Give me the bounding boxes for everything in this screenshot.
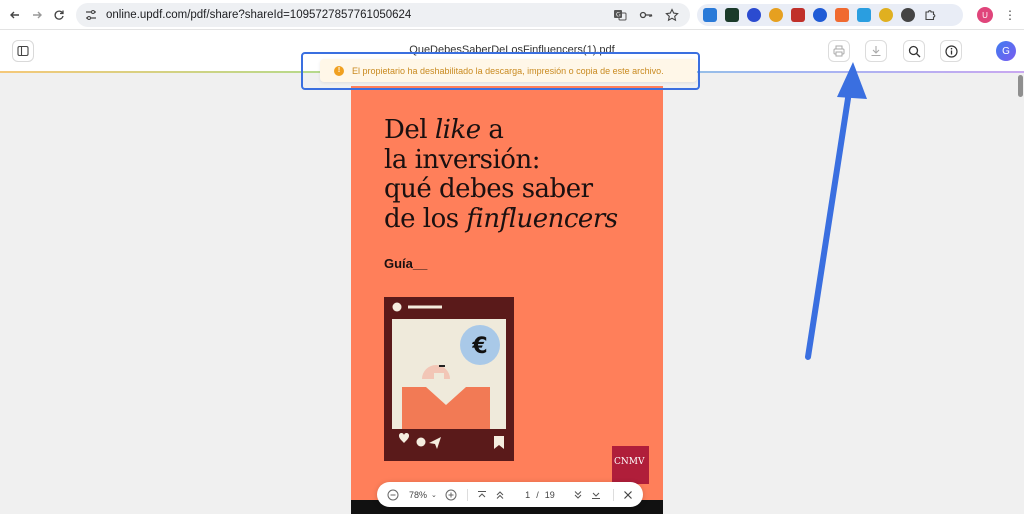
close-icon[interactable] [623,489,633,501]
last-page-icon[interactable] [591,489,601,501]
previous-page-icon[interactable] [495,489,505,501]
page-navigation-bar: 78% ⌄ 1 / 19 [377,482,643,507]
zoom-out-icon[interactable] [387,489,399,501]
current-page[interactable]: 1 [525,490,530,500]
next-page-icon[interactable] [573,489,583,501]
zoom-dropdown-icon[interactable]: ⌄ [431,491,437,499]
total-pages: 19 [544,489,555,500]
first-page-icon[interactable] [477,489,487,501]
page-separator: / [536,489,539,500]
zoom-level[interactable]: 78% [409,490,427,500]
annotation-arrow [805,62,867,360]
zoom-in-icon[interactable] [445,489,457,501]
